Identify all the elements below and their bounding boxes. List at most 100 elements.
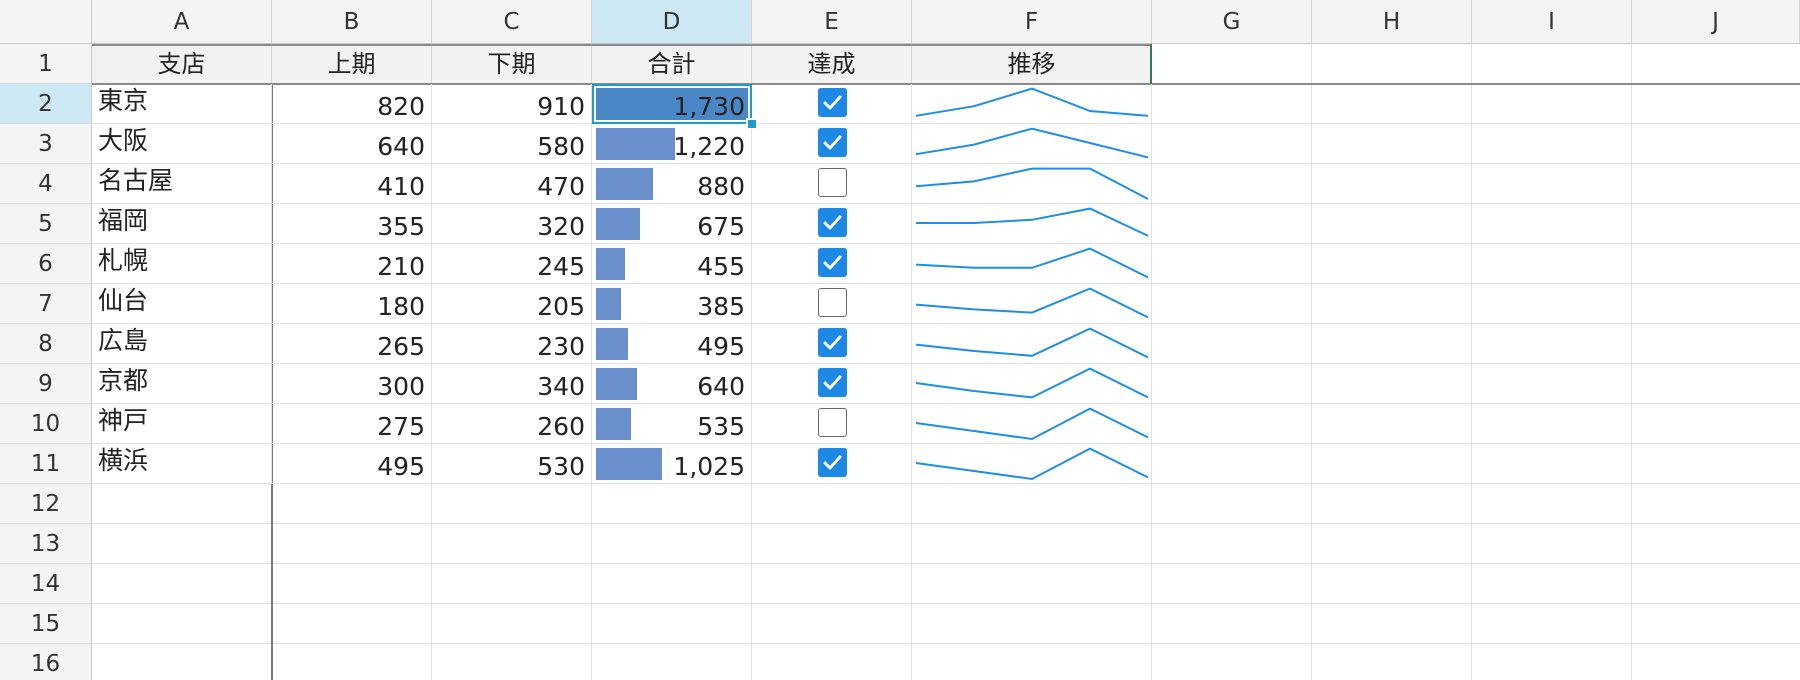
spreadsheet[interactable]: A B C D E F G H I J 1 2 3 4 5 6 7 8 9 10 11 12 13 14 15 16 支店 上期 下期合…	[0, 0, 1800, 680]
cell-trend[interactable]	[912, 124, 1152, 164]
cell-total[interactable]: 455	[592, 244, 752, 284]
cell-second-half[interactable]: 470	[432, 164, 592, 204]
cell-trend[interactable]	[912, 84, 1152, 124]
header-cell-total[interactable]: 合計	[592, 44, 752, 84]
cell-achieved[interactable]	[752, 444, 912, 484]
cell-first-half[interactable]: 640	[272, 124, 432, 164]
cell-second-half[interactable]: 260	[432, 404, 592, 444]
header-cell-h2[interactable]: 下期	[432, 44, 592, 84]
column-header-f[interactable]: F	[912, 0, 1152, 44]
cell-first-half[interactable]: 180	[272, 284, 432, 324]
column-header-a[interactable]: A	[92, 0, 272, 44]
header-cell-trend[interactable]: 推移	[912, 44, 1152, 84]
cell-first-half[interactable]: 820	[272, 84, 432, 124]
checkbox-checked[interactable]	[818, 208, 847, 237]
cell-trend[interactable]	[912, 324, 1152, 364]
cell-total[interactable]: 535	[592, 404, 752, 444]
cell-branch[interactable]: 京都	[92, 364, 272, 404]
row-header-2[interactable]: 2	[0, 84, 92, 124]
cell-second-half[interactable]: 580	[432, 124, 592, 164]
column-header-d[interactable]: D	[592, 0, 752, 44]
cell-trend[interactable]	[912, 404, 1152, 444]
cell-branch[interactable]: 札幌	[92, 244, 272, 284]
checkbox-checked[interactable]	[818, 248, 847, 277]
row-header-10[interactable]: 10	[0, 404, 92, 444]
header-cell-branch[interactable]: 支店	[92, 44, 272, 84]
cell-achieved[interactable]	[752, 244, 912, 284]
cell-first-half[interactable]: 410	[272, 164, 432, 204]
cell-second-half[interactable]: 530	[432, 444, 592, 484]
row-header-5[interactable]: 5	[0, 204, 92, 244]
cell-branch[interactable]: 仙台	[92, 284, 272, 324]
cell-total[interactable]: 1,025	[592, 444, 752, 484]
cell-trend[interactable]	[912, 204, 1152, 244]
cell-trend[interactable]	[912, 444, 1152, 484]
cell-total[interactable]: 385	[592, 284, 752, 324]
header-cell-h1[interactable]: 上期	[272, 44, 432, 84]
cell-first-half[interactable]: 300	[272, 364, 432, 404]
cell-total[interactable]: 495	[592, 324, 752, 364]
cell-first-half[interactable]: 275	[272, 404, 432, 444]
cell-first-half[interactable]: 495	[272, 444, 432, 484]
column-header-h[interactable]: H	[1312, 0, 1472, 44]
active-cell-selection[interactable]	[592, 84, 752, 124]
row-header-16[interactable]: 16	[0, 644, 92, 680]
row-header-9[interactable]: 9	[0, 364, 92, 404]
row-header-13[interactable]: 13	[0, 524, 92, 564]
checkbox-checked[interactable]	[818, 328, 847, 357]
row-header-4[interactable]: 4	[0, 164, 92, 204]
cell-total[interactable]: 880	[592, 164, 752, 204]
column-header-j[interactable]: J	[1632, 0, 1800, 44]
cell-achieved[interactable]	[752, 284, 912, 324]
cell-second-half[interactable]: 340	[432, 364, 592, 404]
cell-trend[interactable]	[912, 244, 1152, 284]
cell-branch[interactable]: 名古屋	[92, 164, 272, 204]
cell-first-half[interactable]: 210	[272, 244, 432, 284]
row-header-12[interactable]: 12	[0, 484, 92, 524]
cell-second-half[interactable]: 320	[432, 204, 592, 244]
cell-achieved[interactable]	[752, 164, 912, 204]
cell-branch[interactable]: 神戸	[92, 404, 272, 444]
checkbox-checked[interactable]	[818, 128, 847, 157]
cell-achieved[interactable]	[752, 324, 912, 364]
cell-trend[interactable]	[912, 364, 1152, 404]
row-header-15[interactable]: 15	[0, 604, 92, 644]
checkbox-checked[interactable]	[818, 448, 847, 477]
cell-branch[interactable]: 横浜	[92, 444, 272, 484]
cell-branch[interactable]: 大阪	[92, 124, 272, 164]
cell-achieved[interactable]	[752, 84, 912, 124]
cell-achieved[interactable]	[752, 204, 912, 244]
cell-second-half[interactable]: 910	[432, 84, 592, 124]
cell-branch[interactable]: 東京	[92, 84, 272, 124]
checkbox-unchecked[interactable]	[818, 168, 847, 197]
column-header-c[interactable]: C	[432, 0, 592, 44]
cell-total[interactable]: 1,220	[592, 124, 752, 164]
cell-first-half[interactable]: 355	[272, 204, 432, 244]
cell-achieved[interactable]	[752, 364, 912, 404]
checkbox-checked[interactable]	[818, 88, 847, 117]
column-header-g[interactable]: G	[1152, 0, 1312, 44]
cell-achieved[interactable]	[752, 124, 912, 164]
cell-total[interactable]: 640	[592, 364, 752, 404]
cell-second-half[interactable]: 245	[432, 244, 592, 284]
cell-first-half[interactable]: 265	[272, 324, 432, 364]
column-header-i[interactable]: I	[1472, 0, 1632, 44]
row-header-8[interactable]: 8	[0, 324, 92, 364]
cell-branch[interactable]: 広島	[92, 324, 272, 364]
column-header-e[interactable]: E	[752, 0, 912, 44]
row-header-14[interactable]: 14	[0, 564, 92, 604]
checkbox-unchecked[interactable]	[818, 288, 847, 317]
column-header-b[interactable]: B	[272, 0, 432, 44]
cell-second-half[interactable]: 205	[432, 284, 592, 324]
checkbox-checked[interactable]	[818, 368, 847, 397]
fill-handle[interactable]	[746, 118, 758, 130]
row-header-11[interactable]: 11	[0, 444, 92, 484]
header-cell-achieved[interactable]: 達成	[752, 44, 912, 84]
checkbox-unchecked[interactable]	[818, 408, 847, 437]
cell-branch[interactable]: 福岡	[92, 204, 272, 244]
row-header-1[interactable]: 1	[0, 44, 92, 84]
cell-second-half[interactable]: 230	[432, 324, 592, 364]
cell-total[interactable]: 675	[592, 204, 752, 244]
cell-trend[interactable]	[912, 284, 1152, 324]
select-all-corner[interactable]	[0, 0, 92, 44]
